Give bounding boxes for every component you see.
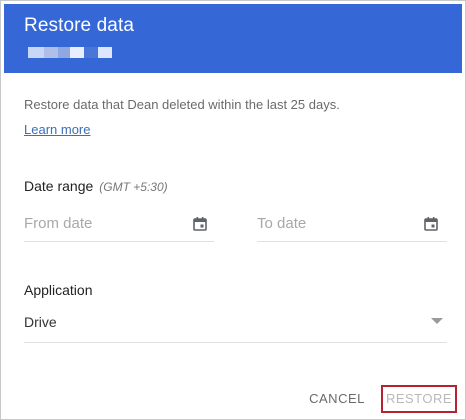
application-selected-value: Drive [24, 314, 57, 330]
application-label: Application [24, 282, 93, 298]
timezone-label: (GMT +5:30) [99, 180, 168, 194]
from-date-field[interactable]: From date [24, 211, 214, 242]
calendar-icon[interactable] [192, 216, 208, 232]
dialog-description: Restore data that Dean deleted within th… [24, 97, 340, 112]
redacted-user-name [28, 47, 112, 58]
application-select[interactable]: Drive [24, 310, 447, 343]
restore-data-dialog: Restore data Restore data that Dean dele… [0, 0, 466, 420]
calendar-icon[interactable] [423, 216, 439, 232]
date-range-label: Date range (GMT +5:30) [24, 178, 168, 194]
to-date-field[interactable]: To date [257, 211, 447, 242]
date-range-label-text: Date range [24, 178, 94, 194]
dropdown-caret-icon[interactable] [431, 318, 443, 324]
to-date-placeholder: To date [257, 215, 307, 232]
learn-more-link[interactable]: Learn more [24, 122, 90, 137]
restore-button[interactable]: RESTORE [381, 385, 457, 413]
from-date-placeholder: From date [24, 215, 93, 232]
dialog-title: Restore data [24, 15, 134, 36]
dialog-header: Restore data [4, 4, 462, 73]
cancel-button[interactable]: CANCEL [301, 387, 373, 411]
